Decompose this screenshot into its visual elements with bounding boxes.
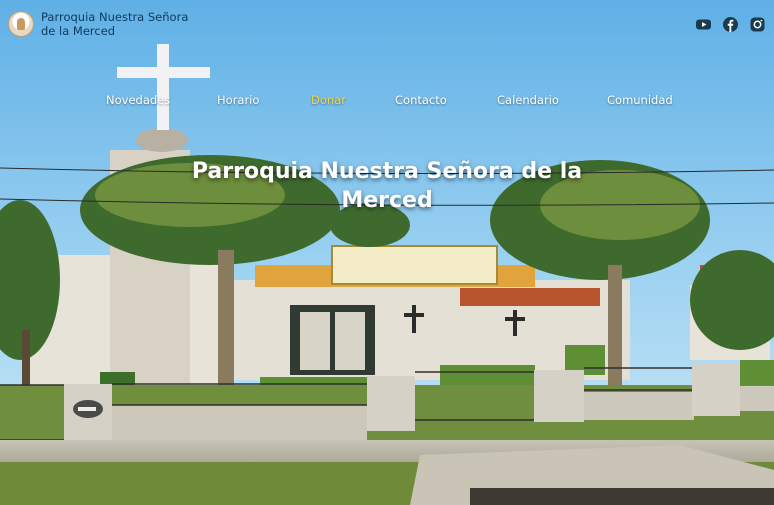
nav-item-horario[interactable]: Horario (217, 93, 259, 107)
social-links (696, 17, 765, 32)
facebook-icon[interactable] (723, 17, 738, 32)
youtube-icon[interactable] (696, 17, 711, 32)
hero-background-photo (0, 0, 774, 505)
hero-section (0, 0, 774, 505)
virgin-mary-icon (8, 11, 34, 37)
main-navigation: Novedades Horario Donar Contacto Calenda… (0, 93, 774, 109)
brand-name: Parroquia Nuestra Señora de la Merced (41, 10, 189, 38)
instagram-icon[interactable] (750, 17, 765, 32)
nav-item-donar[interactable]: Donar (311, 93, 346, 107)
hero-title: Parroquia Nuestra Señora de la Merced (191, 158, 583, 213)
nav-item-contacto[interactable]: Contacto (395, 93, 447, 107)
nav-item-comunidad[interactable]: Comunidad (607, 93, 673, 107)
nav-item-calendario[interactable]: Calendario (497, 93, 559, 107)
site-brand[interactable]: Parroquia Nuestra Señora de la Merced (8, 10, 191, 38)
nav-item-novedades[interactable]: Novedades (106, 93, 170, 107)
